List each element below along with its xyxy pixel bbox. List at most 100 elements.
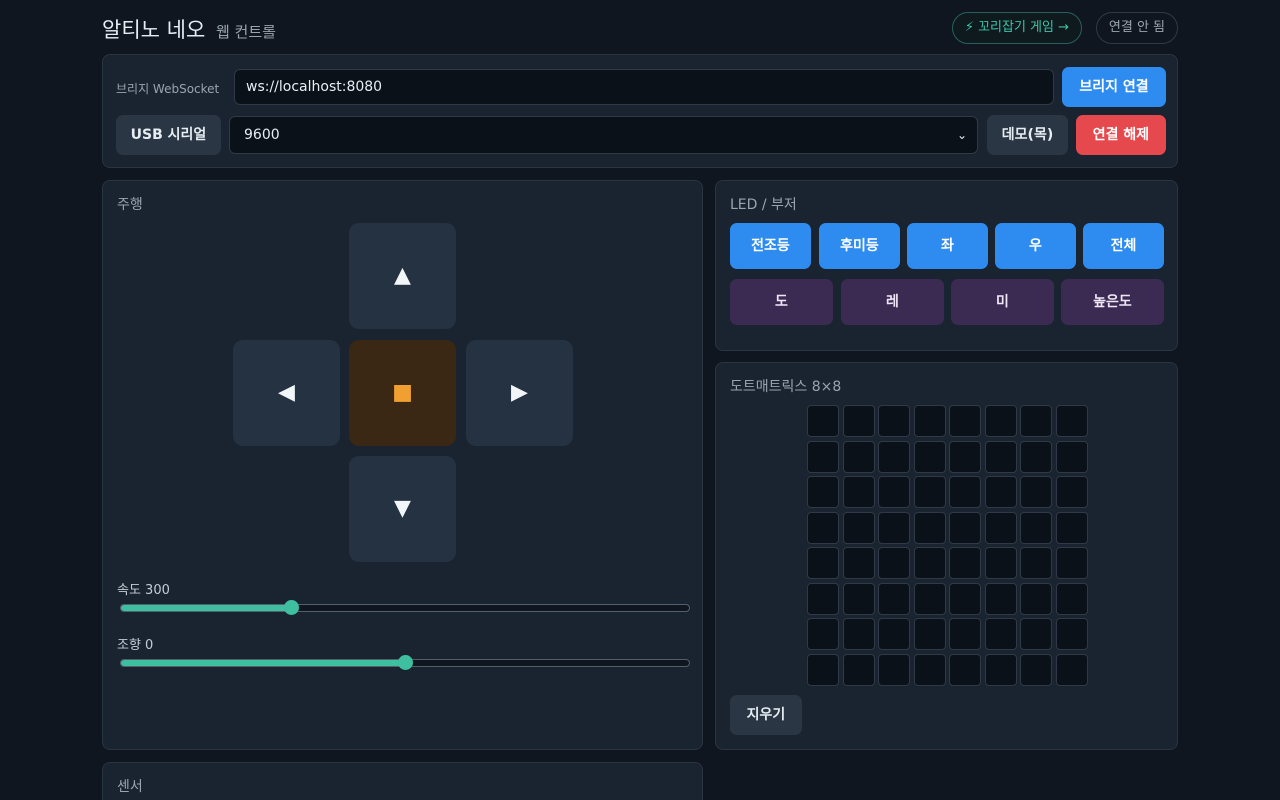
- header: 알티노 네오 웹 컨트롤 ⚡ 꼬리잡기 게임 → 연결 안 됨: [102, 12, 1178, 44]
- matrix-cell[interactable]: [1056, 441, 1088, 473]
- matrix-cell[interactable]: [843, 583, 875, 615]
- right-light-button[interactable]: 우: [995, 223, 1076, 269]
- tone-high-do-button[interactable]: 높은도: [1061, 279, 1164, 325]
- sensor-panel: 센서: [102, 762, 703, 800]
- matrix-cell[interactable]: [843, 654, 875, 686]
- matrix-cell[interactable]: [1020, 547, 1052, 579]
- matrix-cell[interactable]: [878, 618, 910, 650]
- matrix-cell[interactable]: [1056, 405, 1088, 437]
- matrix-cell[interactable]: [843, 618, 875, 650]
- disconnect-button[interactable]: 연결 해제: [1076, 115, 1166, 155]
- arrow-right-icon: ▶: [511, 380, 528, 405]
- matrix-cell[interactable]: [1020, 441, 1052, 473]
- matrix-cell[interactable]: [843, 441, 875, 473]
- drive-right-button[interactable]: ▶: [466, 340, 573, 446]
- matrix-cell[interactable]: [949, 547, 981, 579]
- websocket-url-input[interactable]: ws://localhost:8080: [234, 69, 1054, 105]
- matrix-cell[interactable]: [807, 583, 839, 615]
- matrix-cell[interactable]: [985, 512, 1017, 544]
- matrix-cell[interactable]: [985, 618, 1017, 650]
- matrix-cell[interactable]: [1056, 547, 1088, 579]
- matrix-cell[interactable]: [914, 512, 946, 544]
- matrix-cell[interactable]: [878, 547, 910, 579]
- tone-do-button[interactable]: 도: [730, 279, 833, 325]
- headlight-button[interactable]: 전조등: [730, 223, 811, 269]
- matrix-cell[interactable]: [807, 405, 839, 437]
- matrix-cell[interactable]: [878, 654, 910, 686]
- matrix-cell[interactable]: [878, 476, 910, 508]
- matrix-cell[interactable]: [1056, 512, 1088, 544]
- matrix-cell[interactable]: [807, 547, 839, 579]
- matrix-cell[interactable]: [1056, 476, 1088, 508]
- matrix-cell[interactable]: [985, 405, 1017, 437]
- matrix-cell[interactable]: [807, 654, 839, 686]
- matrix-cell[interactable]: [878, 583, 910, 615]
- speed-slider[interactable]: [120, 600, 690, 615]
- arrow-left-icon: ◀: [278, 380, 295, 405]
- drive-left-button[interactable]: ◀: [233, 340, 340, 446]
- matrix-cell[interactable]: [914, 547, 946, 579]
- matrix-cell[interactable]: [949, 618, 981, 650]
- dot-matrix-panel: 도트매트릭스 8×8 지우기: [715, 362, 1178, 750]
- matrix-cell[interactable]: [1020, 583, 1052, 615]
- matrix-cell[interactable]: [1056, 654, 1088, 686]
- bridge-connect-button[interactable]: 브리지 연결: [1062, 67, 1166, 107]
- matrix-cell[interactable]: [985, 441, 1017, 473]
- drive-panel-title: 주행: [117, 197, 143, 213]
- matrix-cell[interactable]: [949, 512, 981, 544]
- matrix-cell[interactable]: [914, 441, 946, 473]
- matrix-cell[interactable]: [1020, 654, 1052, 686]
- taillight-button[interactable]: 후미등: [819, 223, 900, 269]
- steering-slider[interactable]: [120, 655, 690, 670]
- all-lights-button[interactable]: 전체: [1083, 223, 1164, 269]
- connection-panel: 브리지 WebSocket ws://localhost:8080 브리지 연결…: [102, 54, 1178, 168]
- matrix-cell[interactable]: [807, 441, 839, 473]
- matrix-cell[interactable]: [949, 441, 981, 473]
- matrix-cell[interactable]: [843, 476, 875, 508]
- matrix-cell[interactable]: [1020, 476, 1052, 508]
- matrix-cell[interactable]: [843, 405, 875, 437]
- clear-matrix-button[interactable]: 지우기: [730, 695, 802, 735]
- matrix-cell[interactable]: [807, 512, 839, 544]
- matrix-cell[interactable]: [914, 618, 946, 650]
- matrix-cell[interactable]: [914, 405, 946, 437]
- matrix-cell[interactable]: [985, 476, 1017, 508]
- matrix-panel-title: 도트매트릭스 8×8: [730, 379, 842, 395]
- matrix-cell[interactable]: [1056, 618, 1088, 650]
- drive-backward-button[interactable]: ▼: [349, 456, 456, 562]
- left-light-button[interactable]: 좌: [907, 223, 988, 269]
- matrix-cell[interactable]: [985, 547, 1017, 579]
- matrix-cell[interactable]: [985, 583, 1017, 615]
- speed-slider-fill: [121, 605, 292, 611]
- matrix-cell[interactable]: [1020, 618, 1052, 650]
- matrix-cell[interactable]: [843, 547, 875, 579]
- matrix-cell[interactable]: [878, 512, 910, 544]
- speed-slider-thumb[interactable]: [284, 600, 300, 615]
- matrix-cell[interactable]: [1020, 512, 1052, 544]
- drive-forward-button[interactable]: ▲: [349, 223, 456, 329]
- matrix-cell[interactable]: [914, 654, 946, 686]
- tone-mi-button[interactable]: 미: [951, 279, 1054, 325]
- matrix-cell[interactable]: [1056, 583, 1088, 615]
- steering-slider-thumb[interactable]: [398, 655, 413, 670]
- matrix-cell[interactable]: [843, 512, 875, 544]
- matrix-cell[interactable]: [878, 405, 910, 437]
- matrix-cell[interactable]: [807, 618, 839, 650]
- matrix-cell[interactable]: [807, 476, 839, 508]
- tone-re-button[interactable]: 레: [841, 279, 944, 325]
- demo-mock-button[interactable]: 데모(목): [987, 115, 1068, 155]
- matrix-cell[interactable]: [949, 583, 981, 615]
- game-link-button[interactable]: ⚡ 꼬리잡기 게임 →: [951, 12, 1082, 44]
- matrix-cell[interactable]: [878, 441, 910, 473]
- matrix-cell[interactable]: [949, 654, 981, 686]
- matrix-cell[interactable]: [985, 654, 1017, 686]
- steering-label: 조향 0: [117, 638, 154, 653]
- matrix-cell[interactable]: [1020, 405, 1052, 437]
- drive-stop-button[interactable]: ■: [349, 340, 456, 446]
- usb-serial-button[interactable]: USB 시리얼: [116, 115, 221, 155]
- matrix-cell[interactable]: [949, 405, 981, 437]
- baud-rate-select[interactable]: 9600 ⌄: [229, 116, 978, 154]
- matrix-cell[interactable]: [914, 476, 946, 508]
- matrix-cell[interactable]: [949, 476, 981, 508]
- matrix-cell[interactable]: [914, 583, 946, 615]
